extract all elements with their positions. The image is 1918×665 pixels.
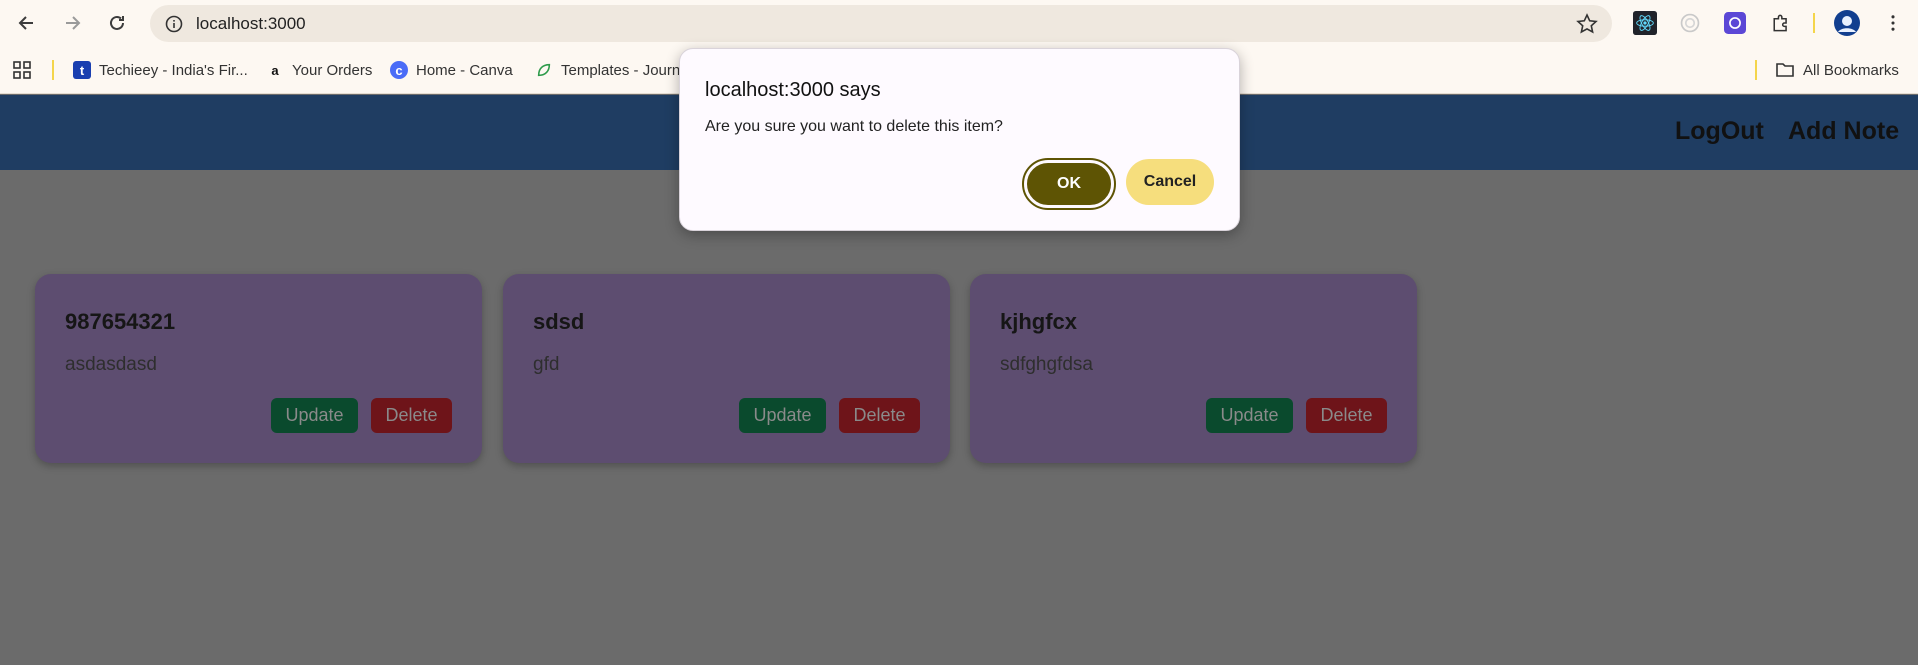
reload-icon[interactable] [102,8,132,38]
bookmark-label: Techieey - India's Fir... [99,61,248,79]
logout-link[interactable]: LogOut [1675,117,1764,146]
all-bookmarks[interactable]: All Bookmarks [1775,58,1899,82]
bookmarks-divider [1755,60,1757,80]
delete-button[interactable]: Delete [371,398,452,433]
bookmarks-divider [52,60,54,80]
bookmark-label: Templates - Journ [561,61,681,79]
note-body: sdfghgfdsa [1000,354,1093,375]
folder-icon [1776,63,1794,77]
address-bar[interactable]: localhost:3000 [150,5,1612,42]
notes-area: 987654321 asdasdasd Update Delete sdsd g… [0,170,1918,665]
note-body: asdasdasd [65,354,157,375]
add-note-link[interactable]: Add Note [1788,117,1899,146]
canva-logo-icon: c [390,61,408,79]
bookmark-canva[interactable]: c Home - Canva [390,58,513,82]
note-card: 987654321 asdasdasd Update Delete [35,274,482,463]
delete-button[interactable]: Delete [839,398,920,433]
extension-purple-icon[interactable] [1722,10,1748,36]
amazon-logo-icon: a [271,62,279,78]
bookmark-label: Home - Canva [416,61,513,79]
extensions-puzzle-icon[interactable] [1768,10,1794,36]
note-title: 987654321 [65,309,176,334]
bookmark-your-orders[interactable]: a Your Orders [266,58,372,82]
update-button[interactable]: Update [1206,398,1293,433]
apps-grid-icon[interactable] [12,58,32,82]
bookmark-templates[interactable]: Templates - Journ [535,58,680,82]
cancel-button[interactable]: Cancel [1126,159,1214,205]
react-devtools-icon[interactable] [1632,10,1658,36]
leaf-icon [535,61,553,79]
url-text[interactable]: localhost:3000 [196,14,306,34]
forward-icon[interactable] [57,8,87,38]
all-bookmarks-label: All Bookmarks [1803,61,1899,79]
profile-avatar[interactable] [1834,10,1860,36]
back-icon[interactable] [12,8,42,38]
note-card: sdsd gfd Update Delete [503,274,950,463]
delete-button[interactable]: Delete [1306,398,1387,433]
toolbar-divider [1813,13,1815,33]
ok-button[interactable]: OK [1022,158,1116,210]
extension-circle-icon[interactable] [1677,10,1703,36]
site-info-icon[interactable] [164,14,184,34]
dialog-message: Are you sure you want to delete this ite… [705,118,1003,135]
note-body: gfd [533,354,560,375]
dialog-title: localhost:3000 says [705,79,881,101]
bookmark-star-icon[interactable] [1576,13,1598,35]
bookmark-techieey[interactable]: t Techieey - India's Fir... [73,58,248,82]
techieey-logo-icon: t [73,61,91,79]
browser-menu-icon[interactable] [1880,10,1906,36]
confirm-dialog: localhost:3000 says Are you sure you wan… [679,48,1240,231]
update-button[interactable]: Update [271,398,358,433]
note-title: sdsd [533,309,585,334]
browser-toolbar: localhost:3000 [0,0,1918,46]
bookmark-label: Your Orders [292,61,373,79]
update-button[interactable]: Update [739,398,826,433]
note-card: kjhgfcx sdfghgfdsa Update Delete [970,274,1417,463]
note-title: kjhgfcx [1000,309,1078,334]
